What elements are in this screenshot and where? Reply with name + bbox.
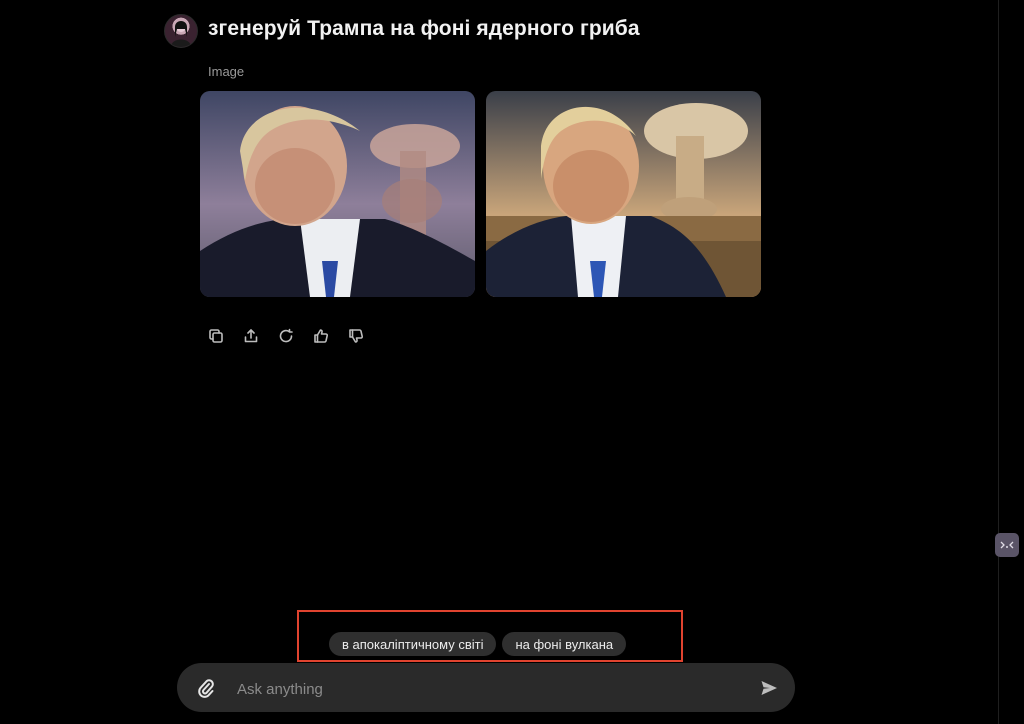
suggestion-chip[interactable]: на фоні вулкана [502,632,627,656]
avatar [164,14,198,48]
suggestion-chip[interactable]: в апокаліптичному світі [329,632,497,656]
attach-button[interactable] [195,677,217,699]
share-icon [244,329,258,343]
send-button[interactable] [759,678,779,698]
thumbs-up-button[interactable] [311,326,331,346]
share-button[interactable] [241,326,261,346]
image-label: Image [208,64,245,79]
generated-image-2[interactable] [486,91,761,297]
composer [177,663,795,712]
copy-icon [209,329,223,343]
message-input[interactable] [235,675,739,703]
regenerate-button[interactable] [276,326,296,346]
paperclip-icon [198,679,214,698]
thumbs-down-icon [349,329,364,343]
scrollbar-divider [998,0,999,724]
copy-button[interactable] [206,326,226,346]
user-prompt: згенеруй Трампа на фоні ядерного гриба [208,17,640,40]
extension-icon [1000,541,1014,549]
extension-widget-button[interactable] [995,533,1019,557]
suggestion-chips: в апокаліптичному світі на фоні вулкана [329,632,627,656]
generated-image-1[interactable] [200,91,475,297]
thumbs-up-icon [314,329,329,343]
thumbs-down-button[interactable] [346,326,366,346]
send-icon [761,681,777,695]
message-actions [206,326,366,346]
regenerate-icon [279,328,293,343]
chat-page: згенеруй Трампа на фоні ядерного гриба I… [0,0,1024,724]
